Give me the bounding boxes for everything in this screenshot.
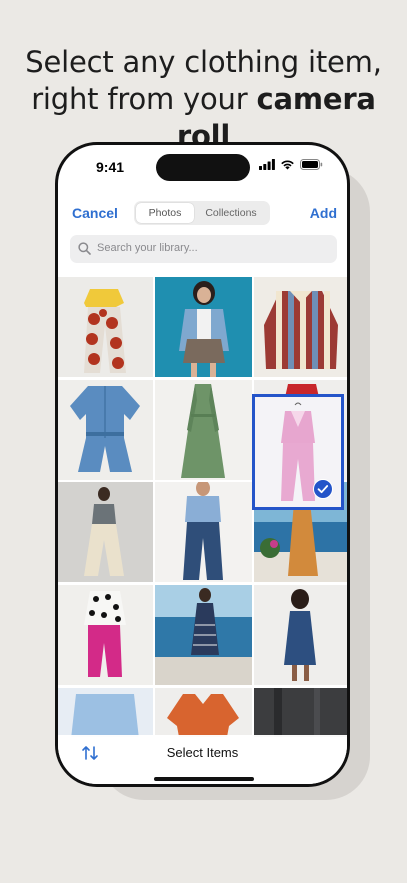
photo-polka-blouse-pink-pants[interactable] (58, 585, 153, 685)
photo-denim-jumpsuit[interactable] (58, 380, 153, 480)
search-input[interactable]: Search your library... (70, 235, 337, 263)
photo-denim-dress-model[interactable] (254, 585, 347, 685)
photo-orange-shirt[interactable] (155, 688, 252, 737)
phone-frame: 9:41 Cancel Photos Collections Add Searc… (55, 142, 350, 787)
photo-wide-leg-trousers-model[interactable] (58, 482, 153, 582)
toolbar-title: Select Items (166, 745, 239, 760)
photo-yellow-top-polka-pants[interactable] (58, 277, 153, 377)
home-indicator[interactable] (154, 777, 254, 781)
wifi-icon (281, 160, 294, 170)
tab-collections[interactable]: Collections (194, 203, 268, 223)
photo-grid (58, 277, 347, 737)
battery-icon (300, 159, 323, 170)
search-icon (78, 242, 91, 255)
headline-line-1: Select any clothing item, (25, 45, 382, 79)
cancel-button[interactable]: Cancel (72, 205, 118, 221)
status-time: 9:41 (96, 159, 125, 175)
photo-striped-dress-seaside[interactable] (155, 585, 252, 685)
dynamic-island (156, 154, 250, 181)
photo-denim-jacket-model[interactable] (155, 277, 252, 377)
check-icon (317, 485, 329, 494)
source-segmented-control: Photos Collections (134, 201, 270, 225)
photo-light-blue-shirt[interactable] (58, 688, 153, 737)
photo-striped-shirt[interactable] (254, 277, 347, 377)
tab-photos[interactable]: Photos (136, 203, 194, 223)
photo-dark-interior[interactable] (254, 688, 347, 737)
selected-checkmark (313, 479, 333, 499)
search-placeholder: Search your library... (97, 242, 198, 254)
headline: Select any clothing item, right from you… (0, 44, 407, 155)
nav-bar: Cancel Photos Collections Add (58, 201, 347, 227)
photo-green-maxi-dress[interactable] (155, 380, 252, 480)
signal-icon (259, 159, 275, 170)
headline-line-2-regular: right from your (31, 82, 257, 116)
add-button[interactable]: Add (310, 205, 337, 221)
photo-pink-suit-selected[interactable] (252, 394, 344, 510)
photo-blue-shirt-jeans[interactable] (155, 482, 252, 582)
status-bar: 9:41 (58, 145, 347, 185)
bottom-toolbar: Select Items (58, 735, 347, 784)
status-icons (259, 159, 323, 170)
